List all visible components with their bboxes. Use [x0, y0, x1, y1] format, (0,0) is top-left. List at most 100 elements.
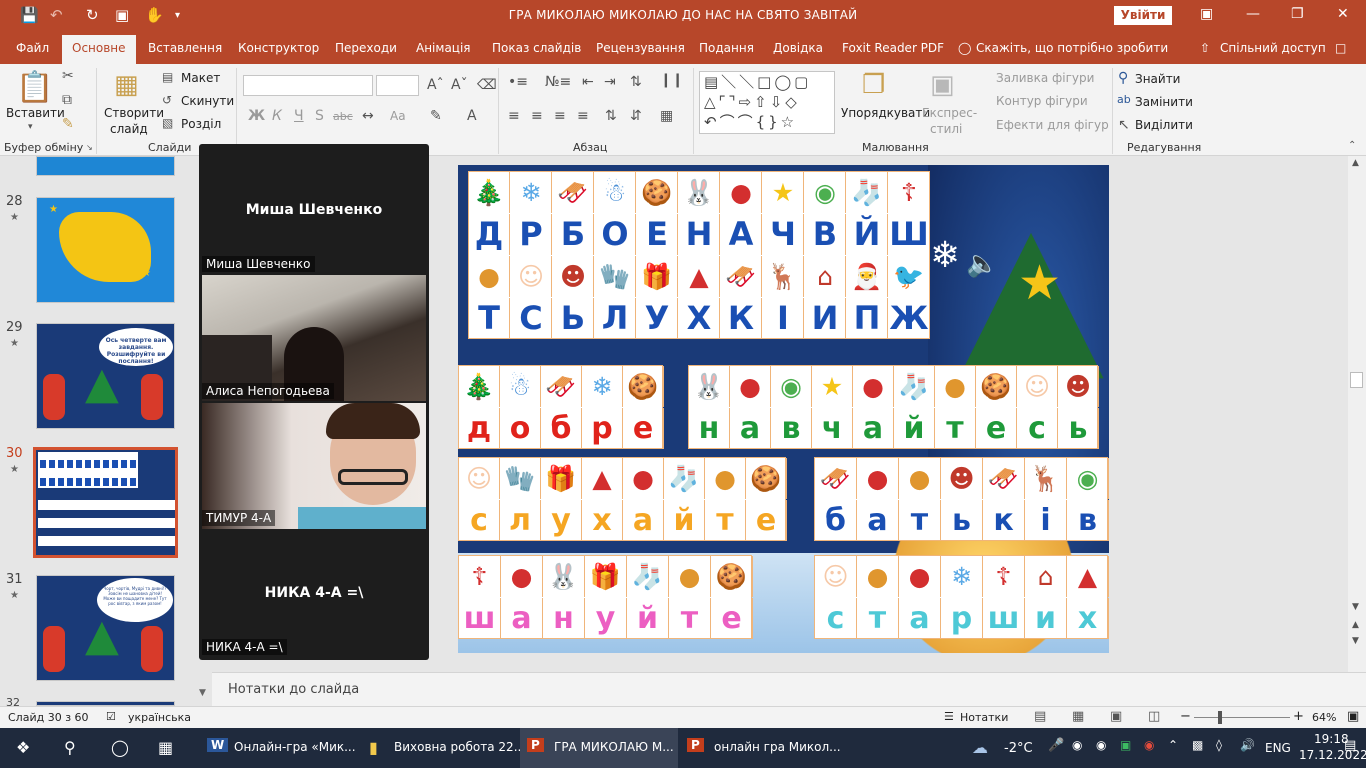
smartart-icon[interactable]: ▦: [660, 108, 673, 124]
shadow-button[interactable]: S: [315, 108, 324, 124]
hidden-icons-chevron-icon[interactable]: ⌃: [1168, 738, 1178, 752]
strikethrough-button[interactable]: abc: [333, 110, 353, 123]
numbering-icon[interactable]: №≡: [545, 74, 571, 90]
shape-effects-button[interactable]: Ефекти для фігур: [996, 118, 1109, 132]
tab-slideshow[interactable]: Показ слайдів: [492, 41, 581, 55]
weather-icon[interactable]: ☁: [972, 738, 988, 757]
speaker-icon[interactable]: 🔈: [966, 249, 998, 279]
quick-styles-icon[interactable]: ▣: [930, 70, 955, 100]
taskbar-app-word[interactable]: W Онлайн-гра «Мик...: [200, 728, 358, 768]
ribbon-display-icon[interactable]: ▣: [1200, 6, 1213, 22]
zoom-slider-thumb[interactable]: [1218, 711, 1222, 724]
reset-button[interactable]: Скинути: [181, 94, 234, 108]
chevron-down-icon[interactable]: ▾: [28, 122, 33, 132]
section-button[interactable]: Розділ: [181, 117, 221, 131]
close-icon[interactable]: ✕: [1337, 6, 1349, 22]
scroll-thumb[interactable]: [1350, 372, 1363, 388]
text-direction-icon[interactable]: ⇅: [605, 108, 617, 124]
taskbar-app-powerpoint-active[interactable]: P ГРА МИКОЛАЮ М...: [520, 728, 678, 768]
cortana-icon[interactable]: ◯: [111, 738, 129, 757]
zoom-slider[interactable]: [1194, 717, 1290, 718]
increase-indent-icon[interactable]: ⇥: [604, 74, 616, 90]
decrease-indent-icon[interactable]: ⇤: [582, 74, 594, 90]
slideshow-icon[interactable]: ◫: [1148, 709, 1160, 724]
zoom-in-icon[interactable]: +: [1293, 709, 1304, 724]
tray-icon[interactable]: ▣: [1120, 738, 1131, 752]
line-spacing-icon[interactable]: ⇅: [630, 74, 642, 90]
collapse-ribbon-icon[interactable]: ⌃: [1348, 140, 1356, 151]
slide-thumbnail-29[interactable]: Ось четверте вам завдання. Розшифруйте в…: [36, 323, 175, 429]
language-indicator[interactable]: ENG: [1265, 741, 1291, 755]
taskbar-app-powerpoint[interactable]: P онлайн гра Микол...: [680, 728, 841, 768]
font-size-input[interactable]: [376, 75, 419, 96]
minimize-icon[interactable]: —: [1246, 6, 1260, 22]
format-painter-icon[interactable]: ✎: [62, 116, 74, 132]
find-button[interactable]: Знайти: [1135, 72, 1180, 86]
shape-outline-button[interactable]: Контур фігури: [996, 94, 1088, 108]
paste-icon[interactable]: 📋: [16, 70, 53, 105]
replace-button[interactable]: Замінити: [1135, 95, 1193, 109]
highlight-icon[interactable]: ✎: [430, 108, 442, 124]
maximize-icon[interactable]: ❐: [1291, 6, 1304, 22]
scroll-down-icon[interactable]: ▼: [199, 688, 206, 698]
select-button[interactable]: Виділити: [1135, 118, 1193, 132]
font-color-icon[interactable]: A: [467, 108, 477, 124]
scroll-up-icon[interactable]: ▲: [1352, 158, 1359, 168]
comments-icon[interactable]: □: [1335, 41, 1346, 55]
bullets-icon[interactable]: •≡: [508, 74, 528, 90]
tab-file[interactable]: Файл: [16, 41, 49, 55]
wifi-icon[interactable]: ◊: [1216, 738, 1222, 752]
columns-icon[interactable]: ❙❙: [660, 72, 683, 88]
tab-insert[interactable]: Вставлення: [148, 41, 222, 55]
cut-icon[interactable]: ✂: [62, 68, 74, 84]
windows-start-icon[interactable]: ❖: [16, 738, 30, 757]
char-spacing-icon[interactable]: ↔: [362, 108, 374, 124]
notifications-icon[interactable]: ▤: [1344, 738, 1356, 753]
fit-to-window-icon[interactable]: ▣: [1347, 709, 1359, 724]
slide-canvas[interactable]: ▲ ★ ❄ 🔈 🎄 ❄ 🛷 ☃ 🍪 🐰 ● ★ ◉ 🧦 ☦ Д Р Б О Е Н А Ч В Й Ш ● ☺ ☻ 🧤 🎁 ▲ 🛷 🦌 ⌂ 🎅…: [458, 165, 1109, 653]
zoom-level[interactable]: 64%: [1312, 711, 1336, 724]
tab-design[interactable]: Конструктор: [238, 41, 319, 55]
copy-icon[interactable]: ⧉: [62, 92, 72, 108]
new-slide-icon[interactable]: ▦: [114, 70, 139, 100]
tab-animations[interactable]: Анімація: [416, 41, 471, 55]
align-center-icon[interactable]: ≡: [531, 108, 543, 124]
search-icon[interactable]: ⚲: [64, 738, 76, 757]
arrange-button[interactable]: Упорядкувати: [841, 106, 930, 120]
tab-help[interactable]: Довідка: [773, 41, 823, 55]
notes-placeholder[interactable]: Нотатки до слайда: [228, 682, 359, 697]
weather-temp[interactable]: -2°C: [1004, 741, 1033, 756]
slide-thumbnail-31[interactable]: Чорт, чортів, Мудрі та дивні!? Зовсім не…: [36, 575, 175, 681]
align-left-icon[interactable]: ≡: [508, 108, 520, 124]
align-right-icon[interactable]: ≡: [554, 108, 566, 124]
shape-fill-button[interactable]: Заливка фігури: [996, 71, 1094, 85]
tab-review[interactable]: Рецензування: [596, 41, 685, 55]
slide-thumbnail-28[interactable]: ★ ★: [36, 197, 175, 303]
arrange-icon[interactable]: ❐: [862, 70, 885, 100]
zoom-out-icon[interactable]: −: [1180, 709, 1191, 724]
layout-button[interactable]: Макет: [181, 71, 220, 85]
zoom-app-icon[interactable]: ◉: [1072, 738, 1082, 752]
volume-icon[interactable]: 🔊: [1240, 738, 1255, 752]
notes-pane[interactable]: Нотатки до слайда: [212, 672, 1366, 706]
signin-button[interactable]: Увійти: [1114, 6, 1172, 25]
slide-sorter-icon[interactable]: ▦: [1072, 709, 1084, 724]
previous-slide-icon[interactable]: ▲: [1352, 620, 1359, 630]
shapes-gallery[interactable]: ▤＼＼□◯▢ △⌜⌝⇨⇧⇩◇ ↶⌒⌒{}☆: [699, 71, 835, 134]
share-button[interactable]: Спільний доступ: [1220, 41, 1326, 55]
bold-button[interactable]: Ж: [248, 108, 265, 124]
tab-transitions[interactable]: Переходи: [335, 41, 397, 55]
tell-me-search[interactable]: Скажіть, що потрібно зробити: [976, 41, 1168, 55]
spellcheck-icon[interactable]: ☑: [106, 710, 116, 723]
font-name-input[interactable]: [243, 75, 373, 96]
tab-foxit[interactable]: Foxit Reader PDF: [842, 41, 944, 55]
notes-toggle[interactable]: Нотатки: [960, 711, 1008, 724]
change-case-button[interactable]: Aa: [390, 109, 406, 123]
tab-view[interactable]: Подання: [699, 41, 754, 55]
dialog-launcher-icon[interactable]: ↘: [86, 143, 93, 152]
italic-button[interactable]: К: [272, 108, 282, 124]
language-indicator[interactable]: українська: [128, 711, 191, 724]
justify-icon[interactable]: ≡: [577, 108, 589, 124]
clear-format-icon[interactable]: ⌫: [477, 77, 497, 93]
tray-icon[interactable]: ◉: [1096, 738, 1106, 752]
